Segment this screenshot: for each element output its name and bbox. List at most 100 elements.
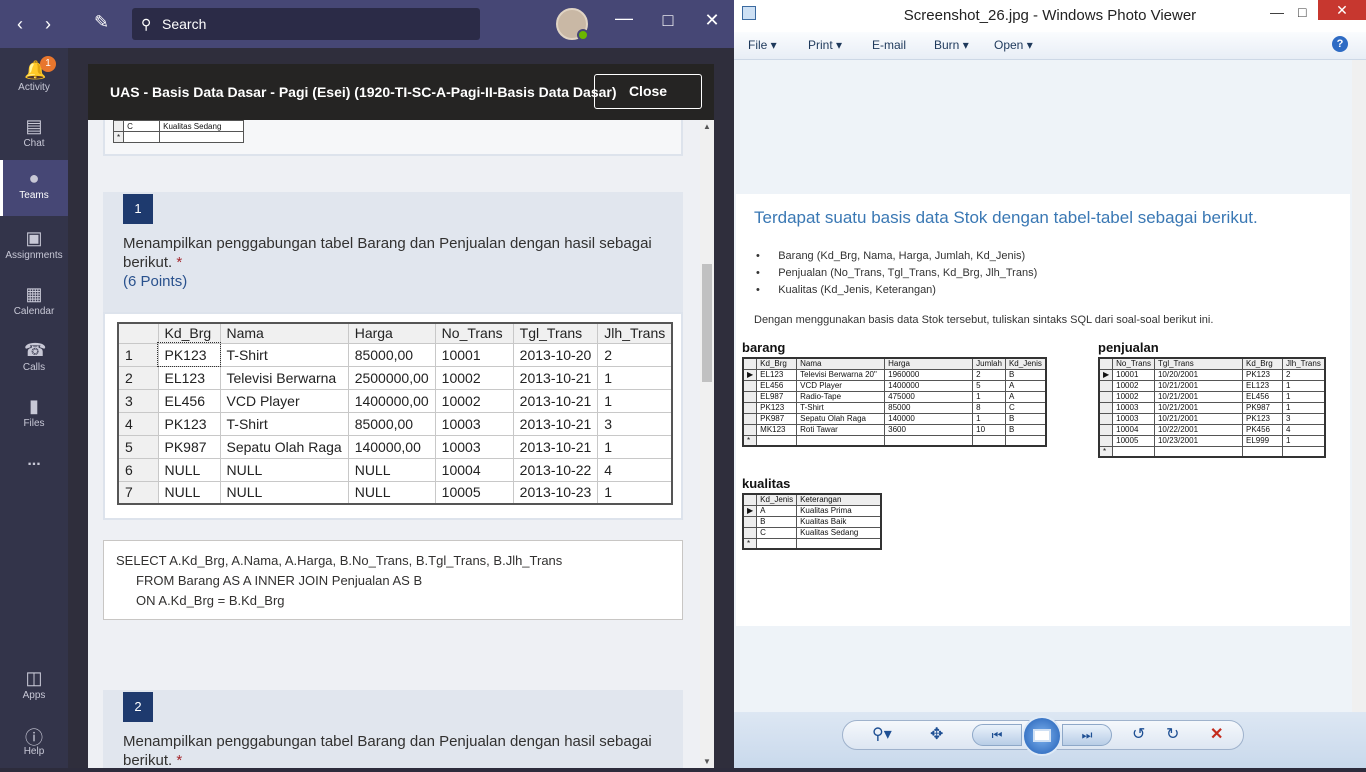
table-cell: 1 (1281, 401, 1326, 414)
chat-icon: ▤ (25, 116, 43, 136)
new-row-marker: * (1098, 445, 1114, 458)
table-cell: 10/20/2001 (1153, 368, 1243, 381)
app-rail: 🔔 1 Activity ▤ Chat ● Teams ▣ Assignment… (0, 48, 68, 768)
scroll-down-icon[interactable]: ▼ (703, 757, 711, 766)
table-row: 7 NULL NULL NULL 10005 2013-10-23 1 (117, 480, 673, 505)
rail-item-files[interactable]: ▮ Files (0, 388, 68, 444)
table-row: 10003 10/21/2001 PK123 3 (1098, 412, 1326, 425)
rail-item-apps[interactable]: ◫ Apps (0, 660, 68, 716)
menu-open[interactable]: Open ▾ (994, 38, 1033, 52)
table-cell: B (1004, 368, 1047, 381)
table-row: EL456 VCD Player 1400000 5 A (742, 379, 1047, 392)
menu-file[interactable]: File ▾ (748, 38, 777, 52)
menu-burn[interactable]: Burn ▾ (934, 38, 969, 52)
table-cell: 10/23/2001 (1153, 434, 1243, 447)
scroll-thumb[interactable] (702, 264, 712, 382)
rotate-right-icon[interactable]: ↻ (1166, 724, 1179, 744)
table-cell: 10005 (434, 480, 514, 505)
more-apps-button[interactable]: ... (0, 452, 68, 508)
minimize-icon[interactable]: — (609, 8, 639, 29)
rail-item-activity[interactable]: 🔔 1 Activity (0, 52, 68, 108)
table-row: 10004 10/22/2001 PK456 4 (1098, 423, 1326, 436)
required-marker: * (176, 254, 183, 271)
rail-item-help[interactable]: ⓘ Help (0, 716, 68, 772)
column-header: Jlh_Trans (597, 322, 673, 344)
table-cell: 1400000 (884, 379, 974, 392)
row-header: ▶ (1098, 368, 1114, 381)
forward-arrow-icon[interactable]: › (38, 12, 58, 36)
table-cell: Televisi Berwarna 20" (796, 368, 886, 381)
column-header: Tgl_Trans (1153, 357, 1243, 370)
table-cell: 1 (1281, 379, 1326, 392)
maximize-icon[interactable]: □ (653, 10, 683, 31)
avatar[interactable] (556, 8, 589, 41)
zoom-icon[interactable]: ⚲▾ (872, 724, 892, 744)
column-header: Harga (884, 357, 974, 370)
rail-item-teams[interactable]: ● Teams (0, 160, 68, 216)
table-cell: Kualitas Baik (796, 515, 882, 528)
table-cell: 10003 (434, 434, 514, 459)
minimize-icon[interactable]: — (1270, 4, 1284, 20)
rail-item-calls[interactable]: ☎ Calls (0, 332, 68, 388)
table-cell: 2 (597, 342, 673, 367)
table-row: 10002 10/21/2001 EL456 1 (1098, 390, 1326, 403)
compose-icon[interactable]: ✎ (94, 12, 109, 33)
actual-size-icon[interactable]: ✥ (930, 724, 943, 744)
table-cell: 2013-10-22 (512, 457, 599, 482)
question-image: Kd_Brg Nama Harga No_Trans Tgl_Trans Jlh_Tran… (103, 312, 683, 520)
row-number: 4 (117, 411, 159, 436)
previous-icon[interactable]: ⏮ (972, 724, 1022, 746)
table-row: 3 EL456 VCD Player 1400000,00 10002 2013-10-2… (117, 388, 673, 413)
close-window-icon[interactable]: ✕ (697, 10, 727, 31)
rail-item-calendar[interactable]: ▦ Calendar (0, 276, 68, 332)
table-row: MK123 Roti Tawar 3600 10 B (742, 423, 1047, 436)
table-cell: EL987 (756, 390, 798, 403)
rotate-left-icon[interactable]: ↺ (1132, 724, 1145, 744)
table-cell: Kualitas Prima (796, 504, 882, 517)
new-row: * (742, 537, 882, 550)
teams-titlebar: ‹ › ✎ ⚲ Search — □ ✕ (0, 0, 734, 48)
close-button[interactable]: Close (594, 74, 702, 109)
table-cell: Roti Tawar (796, 423, 886, 436)
back-arrow-icon[interactable]: ‹ (10, 12, 30, 36)
table-cell: 2013-10-21 (512, 388, 599, 413)
file-icon: ▮ (29, 396, 39, 416)
delete-icon[interactable]: ✕ (1210, 724, 1223, 744)
column-header: Keterangan (796, 493, 882, 506)
table-cell: T-Shirt (796, 401, 886, 414)
table-cell: 2500000,00 (347, 365, 436, 390)
maximize-icon[interactable]: □ (1298, 4, 1306, 20)
table-cell: 1 (597, 480, 673, 505)
kualitas-table: Kd_Jenis Keterangan ▶ A Kualitas Prima B Kual… (742, 493, 882, 550)
table-cell: PK123 (157, 411, 221, 436)
rail-item-assignments[interactable]: ▣ Assignments (0, 220, 68, 276)
panel-scrollbar[interactable]: ▲ ▼ (700, 120, 714, 768)
search-input[interactable]: ⚲ Search (132, 8, 480, 40)
question-card: 2 Menampilkan penggabungan tabel Barang … (103, 690, 683, 768)
row-header (742, 423, 758, 436)
teams-icon: ● (28, 168, 40, 188)
viewer-scrollbar[interactable] (1352, 60, 1366, 712)
next-icon[interactable]: ⏭ (1062, 724, 1112, 746)
menu-email[interactable]: E-mail (872, 38, 906, 52)
table-cell: 10/22/2001 (1153, 423, 1243, 436)
scroll-up-icon[interactable]: ▲ (703, 122, 711, 131)
table-cell: 1 (972, 412, 1006, 425)
help-icon[interactable]: ? (1332, 36, 1348, 52)
slideshow-icon[interactable] (1022, 716, 1062, 756)
close-window-icon[interactable]: ✕ (1318, 0, 1366, 20)
new-row: * (1098, 445, 1326, 458)
question-card: 1 Menampilkan penggabungan tabel Barang … (103, 192, 683, 312)
table-cell: Televisi Berwarna (219, 365, 349, 390)
question-points: (6 Points) (123, 273, 188, 290)
table-cell: A (756, 504, 798, 517)
answer-textarea[interactable]: SELECT A.Kd_Brg, A.Nama, A.Harga, B.No_T… (103, 540, 683, 620)
table-row: PK987 Sepatu Olah Raga 140000 1 B (742, 412, 1047, 425)
table-cell: 140000 (884, 412, 974, 425)
empty-cell (1153, 445, 1243, 458)
table-cell: NULL (157, 480, 221, 505)
table-cell: 10/21/2001 (1153, 379, 1243, 392)
menu-print[interactable]: Print ▾ (808, 38, 842, 52)
table-cell: 85000,00 (347, 411, 436, 436)
rail-item-chat[interactable]: ▤ Chat (0, 108, 68, 164)
